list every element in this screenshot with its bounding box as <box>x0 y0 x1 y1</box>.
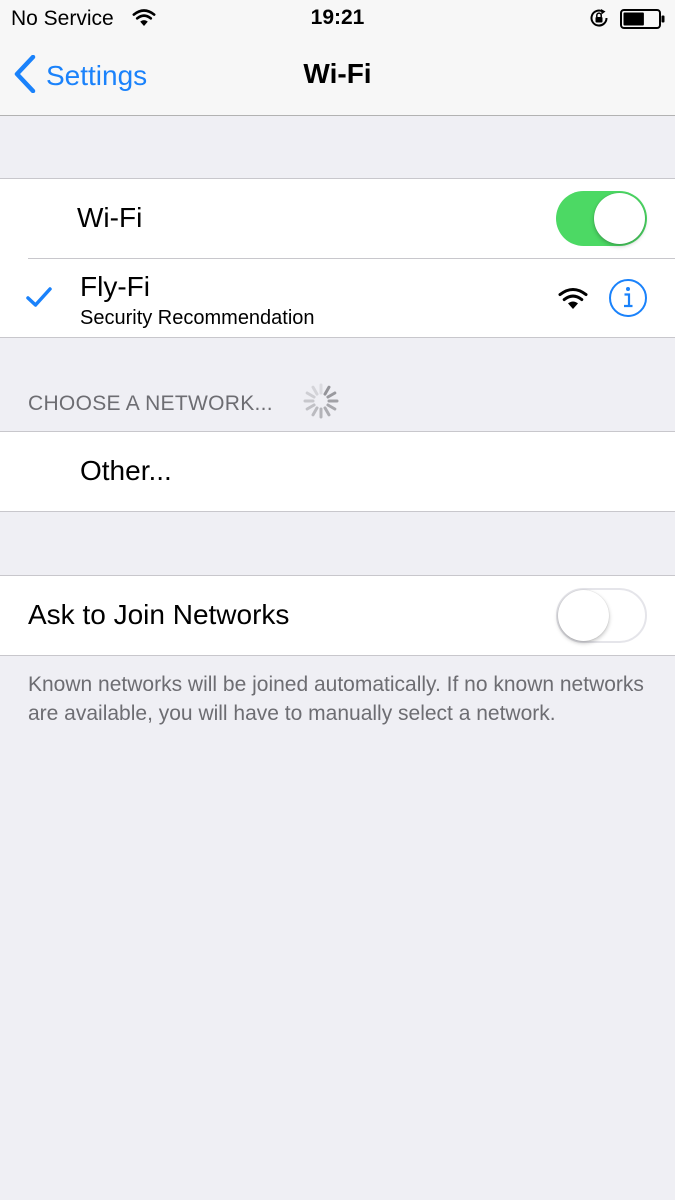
ask-to-join-toggle[interactable] <box>556 588 647 643</box>
toggle-knob <box>594 193 645 244</box>
ask-to-join-group: Ask to Join Networks <box>0 575 675 656</box>
wifi-group: Wi-Fi Fly-Fi Security Recommendation <box>0 178 675 338</box>
other-network-group: Other... <box>0 431 675 512</box>
ask-to-join-footer: Known networks will be joined automatica… <box>28 673 644 725</box>
battery-icon <box>620 9 666 34</box>
network-name: Fly-Fi <box>80 271 150 302</box>
info-icon[interactable] <box>608 278 648 323</box>
network-subtitle: Security Recommendation <box>80 307 315 329</box>
ask-to-join-row: Ask to Join Networks <box>0 576 675 655</box>
navigation-bar: Settings Wi-Fi <box>0 38 675 116</box>
toggle-knob <box>558 590 609 641</box>
wifi-toggle-row: Wi-Fi <box>0 179 675 258</box>
ask-to-join-label: Ask to Join Networks <box>28 599 290 630</box>
connected-network-row[interactable]: Fly-Fi Security Recommendation <box>0 258 675 337</box>
wifi-toggle-label: Wi-Fi <box>77 202 143 233</box>
status-time: 19:21 <box>310 6 365 29</box>
orientation-lock-icon <box>588 7 610 34</box>
wifi-toggle-switch[interactable] <box>556 191 647 246</box>
wifi-signal-icon <box>558 287 588 316</box>
loading-spinner-icon <box>302 382 340 425</box>
other-network-row[interactable]: Other... <box>0 432 675 511</box>
status-bar: No Service 19:21 <box>0 0 675 38</box>
other-network-label: Other... <box>80 455 172 486</box>
checkmark-icon <box>26 286 52 313</box>
choose-network-header: CHOOSE A NETWORK... <box>28 392 273 415</box>
page-title: Wi-Fi <box>303 58 372 89</box>
